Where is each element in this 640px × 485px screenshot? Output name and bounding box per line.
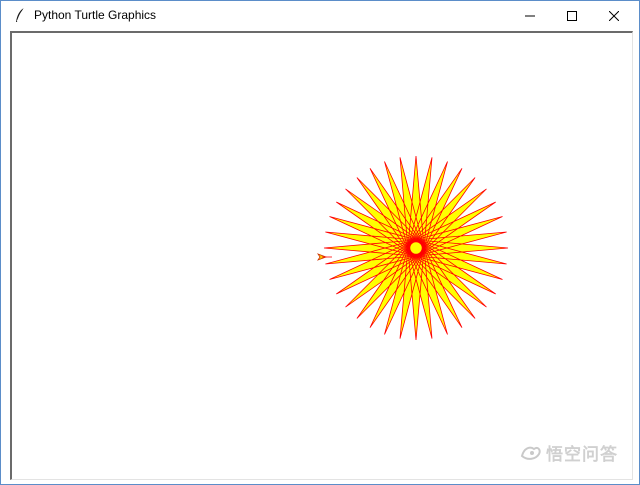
watermark-text: 悟空问答 xyxy=(546,445,618,464)
wukong-logo-icon xyxy=(520,446,541,460)
turtle-window: Python Turtle Graphics 悟空问答 xyxy=(0,0,640,485)
close-icon xyxy=(609,10,619,21)
maximize-button[interactable] xyxy=(549,1,595,30)
turtle-canvas[interactable]: 悟空问答 xyxy=(10,31,633,480)
title-bar[interactable]: Python Turtle Graphics xyxy=(1,1,639,30)
minimize-icon xyxy=(525,15,535,16)
turtle-arrow-icon xyxy=(316,253,332,261)
window-title: Python Turtle Graphics xyxy=(34,8,157,22)
watermark: 悟空问答 xyxy=(520,440,618,465)
minimize-button[interactable] xyxy=(507,1,553,30)
maximize-icon xyxy=(567,10,577,21)
feather-icon xyxy=(16,7,25,22)
turtle-drawing xyxy=(316,155,509,341)
star-center-dot xyxy=(407,239,425,257)
close-button[interactable] xyxy=(591,1,637,30)
